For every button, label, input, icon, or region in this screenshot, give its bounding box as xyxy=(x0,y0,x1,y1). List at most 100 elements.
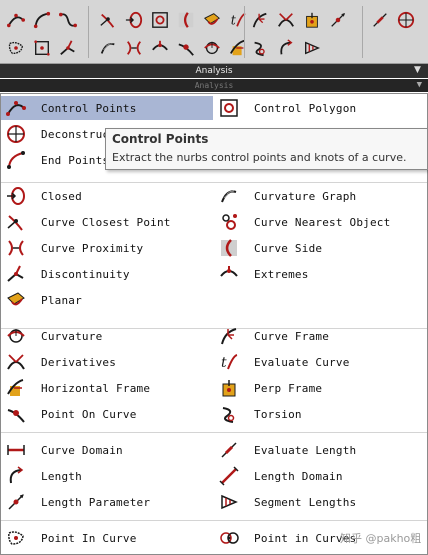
derivatives-icon xyxy=(5,351,27,373)
length-parameter-icon[interactable] xyxy=(328,10,348,30)
torsion-icon xyxy=(218,403,240,425)
menu-item-curve-closest-point[interactable]: Curve Closest Point xyxy=(1,210,213,234)
control-points-icon[interactable] xyxy=(6,10,26,30)
menu-item-label: Perp Frame xyxy=(254,381,323,395)
menu-item-closed[interactable]: Closed xyxy=(1,184,213,208)
menu-item-control-polygon[interactable]: Control Polygon xyxy=(214,96,426,120)
point-in-curve-icon xyxy=(5,527,27,549)
point-in-curve-icon[interactable] xyxy=(6,38,26,58)
menu-item-curve-frame[interactable]: Curve Frame xyxy=(214,324,426,348)
curve-frame-icon xyxy=(218,325,240,347)
curvature-icon xyxy=(5,325,27,347)
square-icon[interactable] xyxy=(32,38,52,58)
derivatives-icon[interactable] xyxy=(276,10,296,30)
menu-item-curve-nearest-object[interactable]: Curve Nearest Object xyxy=(214,210,426,234)
menu-item-evaluate-curve[interactable]: t Evaluate Curve xyxy=(214,350,426,374)
extremes-icon[interactable] xyxy=(150,38,170,58)
menu-item-label: Torsion xyxy=(254,407,302,421)
menu-item-label: Curve Closest Point xyxy=(41,215,171,229)
menu-item-label: Curvature Graph xyxy=(254,189,357,203)
menu-item-curve-domain[interactable]: Curve Domain xyxy=(1,438,213,462)
control-polygon-icon[interactable] xyxy=(150,10,170,30)
menu-item-label: End Points xyxy=(41,153,110,167)
horizontal-frame-icon xyxy=(5,377,27,399)
menu-item-perp-frame[interactable]: Perp Frame xyxy=(214,376,426,400)
toolbar-separator xyxy=(88,6,89,58)
point-on-curve-icon[interactable] xyxy=(176,38,196,58)
panel-ghost-label: Analysis xyxy=(194,81,234,90)
menu-item-label: Length xyxy=(41,469,82,483)
perp-frame-icon[interactable] xyxy=(302,10,322,30)
menu-item-label: Curve Frame xyxy=(254,329,330,343)
menu-item-label: Length Parameter xyxy=(41,495,151,509)
evaluate-length-icon[interactable] xyxy=(370,10,390,30)
menu-item-label: Evaluate Length xyxy=(254,443,357,457)
menu-item-torsion[interactable]: Torsion xyxy=(214,402,426,426)
curve-proximity-icon[interactable] xyxy=(124,38,144,58)
menu-item-horizontal-frame[interactable]: Horizontal Frame xyxy=(1,376,213,400)
group-divider xyxy=(1,432,427,433)
menu-item-curve-proximity[interactable]: Curve Proximity xyxy=(1,236,213,260)
menu-item-label: Extremes xyxy=(254,267,309,281)
expand-icon[interactable]: ▼ xyxy=(413,66,422,75)
deconstruct-icon[interactable] xyxy=(396,10,416,30)
menu-item-length[interactable]: Length xyxy=(1,464,213,488)
panel-label-bar-ghost: Analysis ▼ xyxy=(0,79,428,92)
menu-item-control-points[interactable]: Control Points xyxy=(1,96,213,120)
menu-item-planar[interactable]: Planar xyxy=(1,288,213,312)
watermark: 知乎 @pakho粗 xyxy=(340,532,422,545)
menu-item-label: Curve Domain xyxy=(41,443,123,457)
s-curve-icon[interactable] xyxy=(58,10,78,30)
menu-item-point-in-curve[interactable]: Point In Curve xyxy=(1,526,213,550)
menu-item-label: Derivatives xyxy=(41,355,117,369)
tooltip-description: Extract the nurbs control points and kno… xyxy=(112,151,407,164)
curve-side-icon xyxy=(218,237,240,259)
control-points-icon xyxy=(5,97,27,119)
length-icon[interactable] xyxy=(276,38,296,58)
menu-item-label: Horizontal Frame xyxy=(41,381,151,395)
discontinuity-icon[interactable] xyxy=(58,38,78,58)
menu-item-label: Curvature xyxy=(41,329,103,343)
torsion-icon[interactable] xyxy=(250,38,270,58)
deconstruct-icon xyxy=(5,123,27,145)
panel-label-bar[interactable]: Analysis ▼ xyxy=(0,64,428,78)
curvature-icon[interactable] xyxy=(202,38,222,58)
curve-frame-icon[interactable] xyxy=(250,10,270,30)
segment-lengths-icon xyxy=(218,491,240,513)
menu-item-point-on-curve[interactable]: Point On Curve xyxy=(1,402,213,426)
menu-item-extremes[interactable]: Extremes xyxy=(214,262,426,286)
menu-item-label: Closed xyxy=(41,189,82,203)
menu-item-length-domain[interactable]: Length Domain xyxy=(214,464,426,488)
discontinuity-icon xyxy=(5,263,27,285)
curve-closest-point-icon[interactable] xyxy=(98,10,118,30)
closed-icon xyxy=(5,185,27,207)
segment-lengths-icon[interactable] xyxy=(302,38,322,58)
group-divider xyxy=(1,182,427,183)
end-points-icon xyxy=(5,149,27,171)
pin-icon: ▼ xyxy=(416,80,422,90)
toolbar-separator xyxy=(362,6,363,58)
evaluate-curve-icon[interactable]: t xyxy=(228,10,248,30)
menu-item-segment-lengths[interactable]: Segment Lengths xyxy=(214,490,426,514)
extremes-icon xyxy=(218,263,240,285)
menu-item-length-parameter[interactable]: Length Parameter xyxy=(1,490,213,514)
menu-item-curvature-graph[interactable]: Curvature Graph xyxy=(214,184,426,208)
closed-icon[interactable] xyxy=(124,10,144,30)
menu-item-curvature[interactable]: Curvature xyxy=(1,324,213,348)
planar-icon[interactable] xyxy=(202,10,222,30)
curve-icon[interactable] xyxy=(32,10,52,30)
curve-proximity-icon xyxy=(5,237,27,259)
menu-item-discontinuity[interactable]: Discontinuity xyxy=(1,262,213,286)
curvature-graph-icon[interactable] xyxy=(98,38,118,58)
tooltip-title: Control Points xyxy=(112,132,209,146)
menu-item-label: Point On Curve xyxy=(41,407,137,421)
seam-icon[interactable] xyxy=(176,10,196,30)
horizontal-frame-icon[interactable] xyxy=(228,38,248,58)
menu-item-label: Curve Side xyxy=(254,241,323,255)
length-icon xyxy=(5,465,27,487)
length-domain-icon xyxy=(218,465,240,487)
menu-item-evaluate-length[interactable]: Evaluate Length xyxy=(214,438,426,462)
menu-item-derivatives[interactable]: Derivatives xyxy=(1,350,213,374)
menu-item-curve-side[interactable]: Curve Side xyxy=(214,236,426,260)
evaluate-curve-icon: t xyxy=(218,351,240,373)
